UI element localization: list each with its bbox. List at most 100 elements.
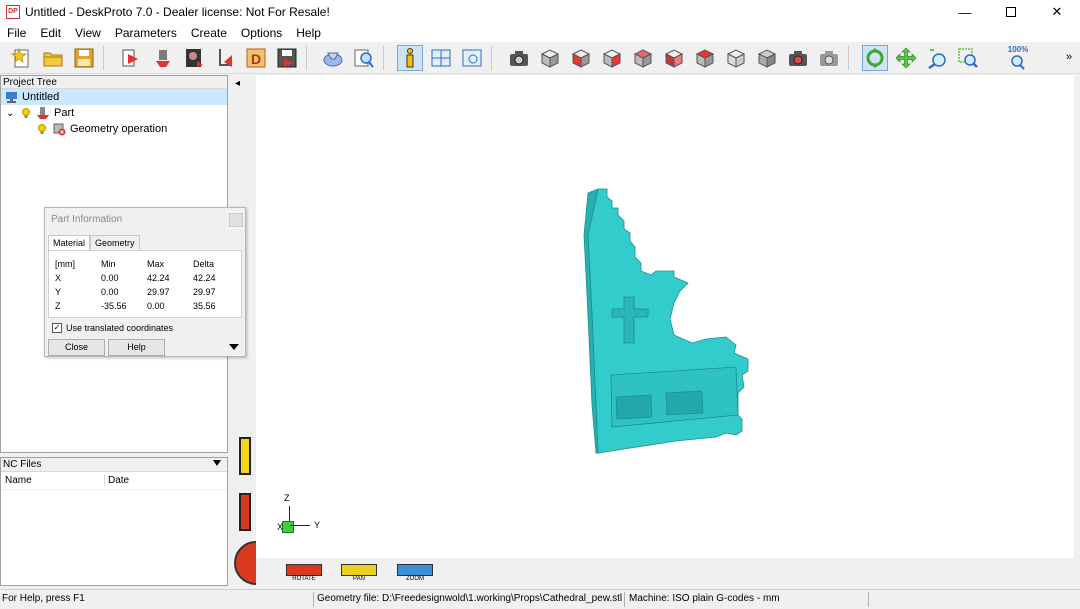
pan-speed-indicator[interactable] xyxy=(239,437,251,475)
new-project-button[interactable] xyxy=(9,45,35,71)
save-button[interactable] xyxy=(71,45,97,71)
vector-icon xyxy=(219,49,232,67)
viewport-right-edge xyxy=(1074,75,1080,586)
open-button[interactable] xyxy=(40,45,66,71)
toolpath-view-button[interactable] xyxy=(459,45,485,71)
rotate-mode-button[interactable] xyxy=(862,45,888,71)
menu-view[interactable]: View xyxy=(68,26,108,40)
tree-item-untitled[interactable]: Untitled xyxy=(1,89,227,105)
rotate-mode-indicator[interactable] xyxy=(286,564,322,576)
dropdown-arrow-icon[interactable] xyxy=(213,460,221,466)
geometry-operation-icon xyxy=(53,123,66,136)
vector-button[interactable] xyxy=(212,45,238,71)
status-machine: Machine: ISO plain G-codes - mm xyxy=(629,593,780,604)
drawing-button[interactable]: D xyxy=(243,45,269,71)
simulate-button[interactable] xyxy=(320,45,346,71)
tree-item-part[interactable]: ⌄ Part xyxy=(1,105,227,121)
dialog-title-bar[interactable]: Part Information xyxy=(45,208,245,232)
table-header-row: [mm] Min Max Delta xyxy=(55,259,239,273)
view-back-button[interactable] xyxy=(630,45,656,71)
render-settings-button[interactable] xyxy=(816,45,842,71)
lightbulb-icon[interactable] xyxy=(20,107,32,119)
lightbulb-icon[interactable] xyxy=(36,123,48,135)
simulation-icon xyxy=(323,52,343,67)
column-header-name[interactable]: Name xyxy=(1,475,105,486)
view-left-button[interactable] xyxy=(661,45,687,71)
rotate-speed-indicator[interactable] xyxy=(239,493,251,531)
view-bottom-button[interactable] xyxy=(723,45,749,71)
axis-label-z: Z xyxy=(284,493,290,503)
view-front-button[interactable] xyxy=(568,45,594,71)
view-iso-button[interactable] xyxy=(537,45,563,71)
minimize-button[interactable]: — xyxy=(942,0,988,24)
expand-chevron-icon[interactable]: ⌄ xyxy=(6,108,16,119)
tree-item-label: Part xyxy=(54,107,75,119)
minimize-icon: — xyxy=(958,4,972,20)
bitmap-icon xyxy=(186,49,203,67)
row-max: 29.97 xyxy=(147,287,170,297)
status-divider xyxy=(313,592,314,607)
save-nc-button[interactable] xyxy=(274,45,300,71)
pan-mode-indicator[interactable] xyxy=(341,564,377,576)
zoom-mode-button[interactable] xyxy=(924,45,950,71)
row-delta: 35.56 xyxy=(193,301,216,311)
zoom-magnifier-icon xyxy=(928,49,946,69)
row-axis: X xyxy=(55,273,62,283)
collapse-panel-icon[interactable]: ◂ xyxy=(235,78,240,89)
nc-files-panel: NC Files Name Date xyxy=(0,457,228,586)
tab-material[interactable]: Material xyxy=(48,235,91,250)
cube-top-icon xyxy=(695,49,715,68)
render-camera-button[interactable] xyxy=(785,45,811,71)
part-information-button[interactable] xyxy=(397,45,423,71)
inspect-button[interactable] xyxy=(351,45,377,71)
zoom-window-button[interactable] xyxy=(955,45,981,71)
camera-button[interactable] xyxy=(506,45,532,71)
dialog-close-icon[interactable] xyxy=(229,213,243,227)
tab-geometry[interactable]: Geometry xyxy=(90,235,140,250)
column-header-date[interactable]: Date xyxy=(105,475,129,486)
import-geometry-icon xyxy=(122,49,138,67)
view-right-button[interactable] xyxy=(599,45,625,71)
main-toolbar: D 100% » xyxy=(0,42,1080,74)
menu-options[interactable]: Options xyxy=(234,26,289,40)
tree-item-label: Untitled xyxy=(22,91,60,103)
menu-help[interactable]: Help xyxy=(289,26,328,40)
row-max: 42.24 xyxy=(147,273,170,283)
toolbar-overflow-icon[interactable]: » xyxy=(1066,51,1072,63)
nc-files-columns: Name Date xyxy=(1,472,227,490)
window-title: Untitled - DeskProto 7.0 - Dealer licens… xyxy=(25,5,330,19)
split-view-button[interactable] xyxy=(428,45,454,71)
zoom-100-icon xyxy=(1011,55,1025,70)
translated-coordinates-option[interactable]: ✓ Use translated coordinates xyxy=(52,323,173,333)
view-top-button[interactable] xyxy=(692,45,718,71)
menu-parameters[interactable]: Parameters xyxy=(108,26,184,40)
bitmap-button[interactable] xyxy=(181,45,207,71)
tree-item-geometry-operation[interactable]: Geometry operation xyxy=(1,121,227,137)
close-button[interactable]: Close xyxy=(48,339,105,356)
pan-mode-button[interactable] xyxy=(893,45,919,71)
maximize-button[interactable] xyxy=(988,0,1034,24)
pew-model xyxy=(583,188,749,454)
row-axis: Z xyxy=(55,301,61,311)
menu-file[interactable]: File xyxy=(0,26,33,40)
expand-dialog-icon[interactable] xyxy=(229,344,239,350)
help-button[interactable]: Help xyxy=(108,339,165,356)
import-geometry-button[interactable] xyxy=(118,45,144,71)
toolbar-separator xyxy=(383,46,384,70)
menu-edit[interactable]: Edit xyxy=(33,26,68,40)
toolbar-separator xyxy=(491,46,492,70)
zoom-100-button[interactable]: 100% xyxy=(1005,45,1031,71)
translated-coordinates-checkbox[interactable]: ✓ xyxy=(52,323,62,333)
header-delta: Delta xyxy=(193,259,215,269)
split-view-icon xyxy=(431,49,451,67)
close-button[interactable]: ✕ xyxy=(1034,0,1080,24)
app-logo-icon: DP xyxy=(6,5,20,19)
menu-create[interactable]: Create xyxy=(184,26,234,40)
view-solid-button[interactable] xyxy=(754,45,780,71)
3d-viewport[interactable]: Z X Y xyxy=(256,75,1074,558)
menu-bar: File Edit View Parameters Create Options… xyxy=(0,24,1080,42)
cube-back-icon xyxy=(633,49,653,68)
rotate-icon xyxy=(866,48,884,68)
part-parameters-button[interactable] xyxy=(150,45,176,71)
zoom-mode-indicator[interactable] xyxy=(397,564,433,576)
